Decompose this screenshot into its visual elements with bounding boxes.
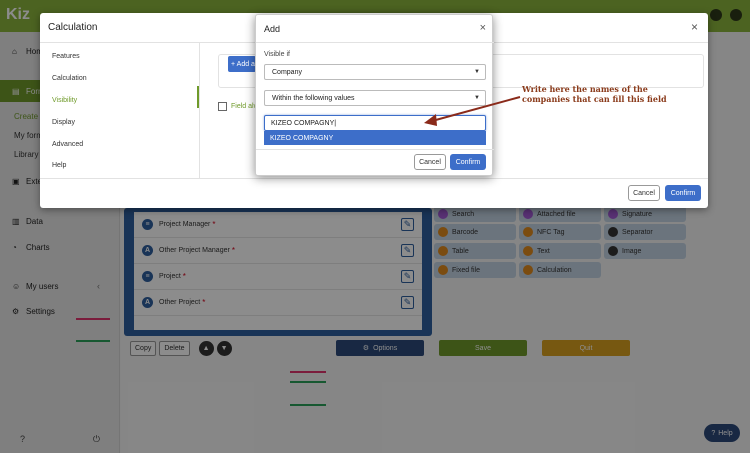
calculation-modal-nav: Features Calculation Visibility Display … <box>40 43 200 178</box>
add-modal-header: Add × <box>256 15 494 43</box>
close-icon[interactable]: × <box>691 20 698 34</box>
calculation-modal-footer: Cancel Confirm <box>40 178 708 208</box>
cancel-button[interactable]: Cancel <box>628 185 660 201</box>
confirm-button[interactable]: Confirm <box>665 185 701 201</box>
add-condition-button[interactable]: + Add a <box>228 56 256 72</box>
add-modal-footer: Cancel Confirm <box>256 149 494 177</box>
active-tab-indicator <box>197 86 199 108</box>
visible-if-label: Visible if <box>264 51 290 58</box>
confirm-button[interactable]: Confirm <box>450 154 486 170</box>
field-always-checkbox[interactable] <box>218 102 227 111</box>
condition-operator-value: Within the following values <box>272 94 355 102</box>
add-condition-modal: Add × Visible if Company ▼ Within the fo… <box>255 14 494 177</box>
close-icon[interactable]: × <box>480 22 486 34</box>
tab-display[interactable]: Display <box>52 119 75 126</box>
chevron-down-icon: ▼ <box>474 95 480 101</box>
tab-visibility[interactable]: Visibility <box>52 97 77 104</box>
text-cursor: | <box>334 119 337 127</box>
calculation-modal-title: Calculation <box>48 22 98 33</box>
tab-features[interactable]: Features <box>52 53 80 60</box>
condition-value-text: KIZEO COMPAGNY <box>271 119 335 127</box>
add-modal-title: Add <box>264 24 281 34</box>
field-always-visible-option[interactable]: Field alw <box>218 102 259 111</box>
autocomplete-option[interactable]: KIZEO COMPAGNY <box>264 131 486 145</box>
instruction-annotation: Write here the names of the companies th… <box>522 84 667 104</box>
tab-advanced[interactable]: Advanced <box>52 141 83 148</box>
tab-calculation[interactable]: Calculation <box>52 75 87 82</box>
condition-value-input[interactable]: KIZEO COMPAGNY | <box>264 115 486 131</box>
chevron-down-icon: ▼ <box>474 69 480 75</box>
condition-field-value: Company <box>272 68 302 76</box>
condition-operator-select[interactable]: Within the following values ▼ <box>264 90 486 106</box>
tab-help[interactable]: Help <box>52 162 66 169</box>
condition-field-select[interactable]: Company ▼ <box>264 64 486 80</box>
cancel-button[interactable]: Cancel <box>414 154 446 170</box>
